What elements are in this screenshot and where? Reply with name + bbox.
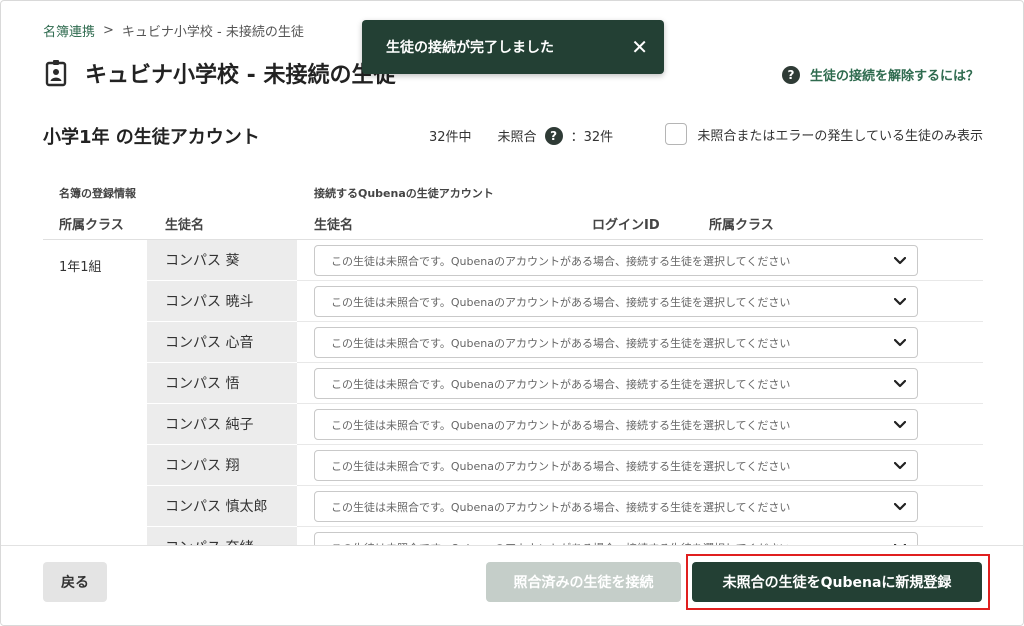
student-select-dropdown[interactable]: この生徒は未照合です。Qubenaのアカウントがある場合、接続する生徒を選択して… [314,532,918,545]
chevron-down-icon [893,295,907,309]
class-cell: 1年1組 [59,260,102,275]
table-row: コンパス 純子 この生徒は未照合です。Qubenaのアカウントがある場合、接続する… [147,404,983,445]
student-name: コンパス 葵 [147,240,297,281]
student-select-dropdown[interactable]: この生徒は未照合です。Qubenaのアカウントがある場合、接続する生徒を選択して… [314,245,918,276]
student-name: コンパス 悟 [147,363,297,404]
student-select-dropdown[interactable]: この生徒は未照合です。Qubenaのアカウントがある場合、接続する生徒を選択して… [314,450,918,481]
unmatched-filter-label: 未照合またはエラーの発生している生徒のみ表示 [697,128,983,144]
chevron-down-icon [893,336,907,350]
success-toast: 生徒の接続が完了しました ✕ [362,20,664,74]
student-select-cell: この生徒は未照合です。Qubenaのアカウントがある場合、接続する生徒を選択して… [297,486,983,527]
column-header-name: 生徒名 [165,218,205,233]
student-select-cell: この生徒は未照合です。Qubenaのアカウントがある場合、接続する生徒を選択して… [297,322,983,363]
unmatched-filter[interactable]: 未照合またはエラーの発生している生徒のみ表示 [665,123,983,145]
unmatched-count: ：32件 [570,130,614,145]
unmatched-filter-checkbox[interactable] [665,123,688,145]
qubena-group-label: 接続するQubenaの生徒アカウント [314,187,494,200]
student-select-cell: この生徒は未照合です。Qubenaのアカウントがある場合、接続する生徒を選択して… [297,527,983,545]
student-name: コンパス 奈緒 [147,527,297,545]
breadcrumb: 名簿連携 > キュビナ小学校 - 未接続の生徒 [43,21,304,40]
column-header-class: 所属クラス [59,218,124,233]
student-select-cell: この生徒は未照合です。Qubenaのアカウントがある場合、接続する生徒を選択して… [297,404,983,445]
student-table[interactable]: 1年1組 コンパス 葵この生徒は未照合です。Qubenaのアカウントがある場合、… [43,239,983,545]
table-row: コンパス 暁斗 この生徒は未照合です。Qubenaのアカウントがある場合、接続する… [147,281,983,322]
breadcrumb-link-roster[interactable]: 名簿連携 [43,21,95,40]
student-name: コンパス 純子 [147,404,297,445]
breadcrumb-separator: > [103,23,114,38]
student-select-cell: この生徒は未照合です。Qubenaのアカウントがある場合、接続する生徒を選択して… [297,363,983,404]
section-title: 小学1年 の生徒アカウント [43,127,260,148]
select-placeholder: この生徒は未照合です。Qubenaのアカウントがある場合、接続する生徒を選択して… [331,500,791,514]
table-row: コンパス 慎太郎 この生徒は未照合です。Qubenaのアカウントがある場合、接続す… [147,486,983,527]
chevron-down-icon [893,459,907,473]
chevron-down-icon [893,254,907,268]
table-row: コンパス 悟 この生徒は未照合です。Qubenaのアカウントがある場合、接続する生… [147,363,983,404]
chevron-down-icon [893,377,907,391]
unlink-help-link[interactable]: ? 生徒の接続を解除するには？ [781,65,979,84]
student-select-cell: この生徒は未照合です。Qubenaのアカウントがある場合、接続する生徒を選択して… [297,281,983,322]
question-icon[interactable]: ? [544,126,563,145]
student-select-cell: この生徒は未照合です。Qubenaのアカウントがある場合、接続する生徒を選択して… [297,445,983,486]
select-placeholder: この生徒は未照合です。Qubenaのアカウントがある場合、接続する生徒を選択して… [331,336,791,350]
table-row: コンパス 奈緒 この生徒は未照合です。Qubenaのアカウントがある場合、接続する… [147,527,983,545]
footer-bar: 戻る 照合済みの生徒を接続 未照合の生徒をQubenaに新規登録 [1,545,1023,625]
select-placeholder: この生徒は未照合です。Qubenaのアカウントがある場合、接続する生徒を選択して… [331,254,791,268]
question-icon: ? [781,65,800,84]
table-row: コンパス 翔 この生徒は未照合です。Qubenaのアカウントがある場合、接続する生… [147,445,983,486]
student-select-dropdown[interactable]: この生徒は未照合です。Qubenaのアカウントがある場合、接続する生徒を選択して… [314,409,918,440]
column-header-qubena-name: 生徒名 [314,218,354,233]
table-row: コンパス 葵 この生徒は未照合です。Qubenaのアカウントがある場合、接続する生… [147,240,983,281]
register-unmatched-button[interactable]: 未照合の生徒をQubenaに新規登録 [692,562,982,602]
roster-group-label: 名簿の登録情報 [59,187,136,200]
select-placeholder: この生徒は未照合です。Qubenaのアカウントがある場合、接続する生徒を選択して… [331,377,791,391]
section-header: 小学1年 の生徒アカウント 32件中 未照合 ? ：32件 未照合またはエラーの… [43,121,983,151]
back-button[interactable]: 戻る [43,562,107,602]
student-select-dropdown[interactable]: この生徒は未照合です。Qubenaのアカウントがある場合、接続する生徒を選択して… [314,491,918,522]
app-window: 名簿連携 > キュビナ小学校 - 未接続の生徒 キュビナ小学校 - 未接続の生徒… [0,0,1024,626]
chevron-down-icon [893,500,907,514]
column-header-qubena-class: 所属クラス [709,218,774,233]
student-select-dropdown[interactable]: この生徒は未照合です。Qubenaのアカウントがある場合、接続する生徒を選択して… [314,368,918,399]
select-placeholder: この生徒は未照合です。Qubenaのアカウントがある場合、接続する生徒を選択して… [331,418,791,432]
select-placeholder: この生徒は未照合です。Qubenaのアカウントがある場合、接続する生徒を選択して… [331,295,791,309]
column-header-login-id: ログインID [592,218,660,233]
connect-matched-button[interactable]: 照合済みの生徒を接続 [486,562,681,602]
student-select-dropdown[interactable]: この生徒は未照合です。Qubenaのアカウントがある場合、接続する生徒を選択して… [314,286,918,317]
breadcrumb-current: キュビナ小学校 - 未接続の生徒 [121,25,304,40]
toast-message: 生徒の接続が完了しました [386,40,554,56]
unmatched-label: 未照合 [497,130,537,145]
select-placeholder: この生徒は未照合です。Qubenaのアカウントがある場合、接続する生徒を選択して… [331,459,791,473]
unlink-help-label: 生徒の接続を解除するには？ [809,69,979,84]
page-header: キュビナ小学校 - 未接続の生徒 [43,57,395,89]
total-count: 32件中 [429,130,472,145]
close-icon[interactable]: ✕ [631,35,648,59]
student-select-cell: この生徒は未照合です。Qubenaのアカウントがある場合、接続する生徒を選択して… [297,240,983,281]
page-title: キュビナ小学校 - 未接続の生徒 [85,63,396,88]
id-badge-icon [43,58,69,88]
student-name: コンパス 心音 [147,322,297,363]
count-summary: 32件中 未照合 ? ：32件 [429,126,613,145]
student-select-dropdown[interactable]: この生徒は未照合です。Qubenaのアカウントがある場合、接続する生徒を選択して… [314,327,918,358]
student-name: コンパス 暁斗 [147,281,297,322]
chevron-down-icon [893,418,907,432]
student-name: コンパス 慎太郎 [147,486,297,527]
table-row: コンパス 心音 この生徒は未照合です。Qubenaのアカウントがある場合、接続する… [147,322,983,363]
student-name: コンパス 翔 [147,445,297,486]
